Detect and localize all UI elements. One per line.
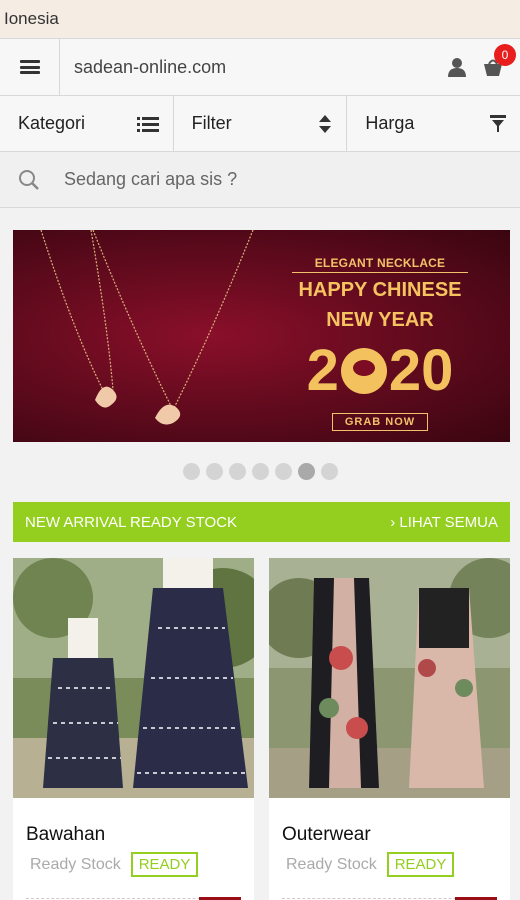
product-stock: Ready Stock — [30, 855, 121, 873]
kategori-button[interactable]: Kategori — [0, 96, 174, 151]
harga-label: Harga — [365, 113, 415, 133]
top-status-bar: Ionesia — [0, 0, 520, 38]
product-name: Outerwear — [282, 824, 371, 845]
carousel-dot[interactable] — [228, 463, 246, 480]
banner-year-right: 20 — [388, 338, 454, 403]
section-title: NEW ARRIVAL READY STOCK — [25, 513, 237, 531]
carousel-dot[interactable] — [251, 463, 269, 480]
cart-button[interactable]: 0 — [478, 44, 516, 82]
ready-badge: READY — [130, 852, 199, 877]
filter-bar: Kategori Filter Harga — [0, 96, 520, 152]
search-input[interactable] — [64, 169, 444, 190]
top-status-text: Ionesia — [4, 9, 59, 28]
banner-tag-underline — [292, 272, 468, 273]
promo-banner[interactable]: ELEGANT NECKLACE HAPPY CHINESE NEW YEAR … — [13, 230, 510, 442]
section-header: NEW ARRIVAL READY STOCK › LIHAT SEMUA — [13, 502, 510, 542]
product-card[interactable]: Bawahan Ready Stock READY — [13, 558, 254, 900]
ready-badge: READY — [386, 852, 455, 877]
banner-headline-1: HAPPY CHINESE — [298, 279, 462, 301]
carousel-dot[interactable] — [274, 463, 292, 480]
banner-headline-2: NEW YEAR — [326, 309, 434, 331]
search-icon — [19, 169, 39, 190]
harga-button[interactable]: Harga — [347, 96, 520, 151]
see-all-link[interactable]: › LIHAT SEMUA — [390, 514, 498, 531]
carousel-dot[interactable] — [320, 463, 338, 480]
list-icon — [136, 116, 159, 132]
product-name: Bawahan — [26, 824, 106, 845]
funnel-icon — [490, 114, 507, 132]
rat-zodiac-icon — [340, 348, 387, 394]
banner-year: 2 20 — [280, 337, 480, 405]
cart-count-badge: 0 — [494, 44, 516, 66]
carousel-dot[interactable] — [182, 463, 200, 480]
product-image — [269, 558, 510, 798]
site-header: sadean-online.com 0 — [0, 38, 520, 96]
necklace-image — [40, 230, 254, 425]
carousel-dots — [0, 463, 520, 480]
banner-year-left: 2 — [306, 338, 339, 403]
menu-button[interactable] — [0, 39, 60, 95]
search-bar — [0, 152, 520, 208]
site-name[interactable]: sadean-online.com — [60, 39, 446, 95]
product-card[interactable]: Outerwear Ready Stock READY — [269, 558, 510, 900]
product-image — [13, 558, 254, 798]
filter-button[interactable]: Filter — [174, 96, 348, 151]
hamburger-icon — [19, 60, 40, 74]
kategori-label: Kategori — [18, 113, 86, 133]
sort-icon — [319, 114, 332, 133]
grab-now-button[interactable]: GRAB NOW — [331, 413, 429, 431]
user-icon[interactable] — [446, 56, 468, 78]
filter-label: Filter — [191, 113, 232, 133]
carousel-dot[interactable] — [205, 463, 223, 480]
banner-tag: ELEGANT NECKLACE — [314, 256, 446, 270]
carousel-dot[interactable] — [297, 463, 315, 480]
product-stock: Ready Stock — [286, 855, 377, 873]
